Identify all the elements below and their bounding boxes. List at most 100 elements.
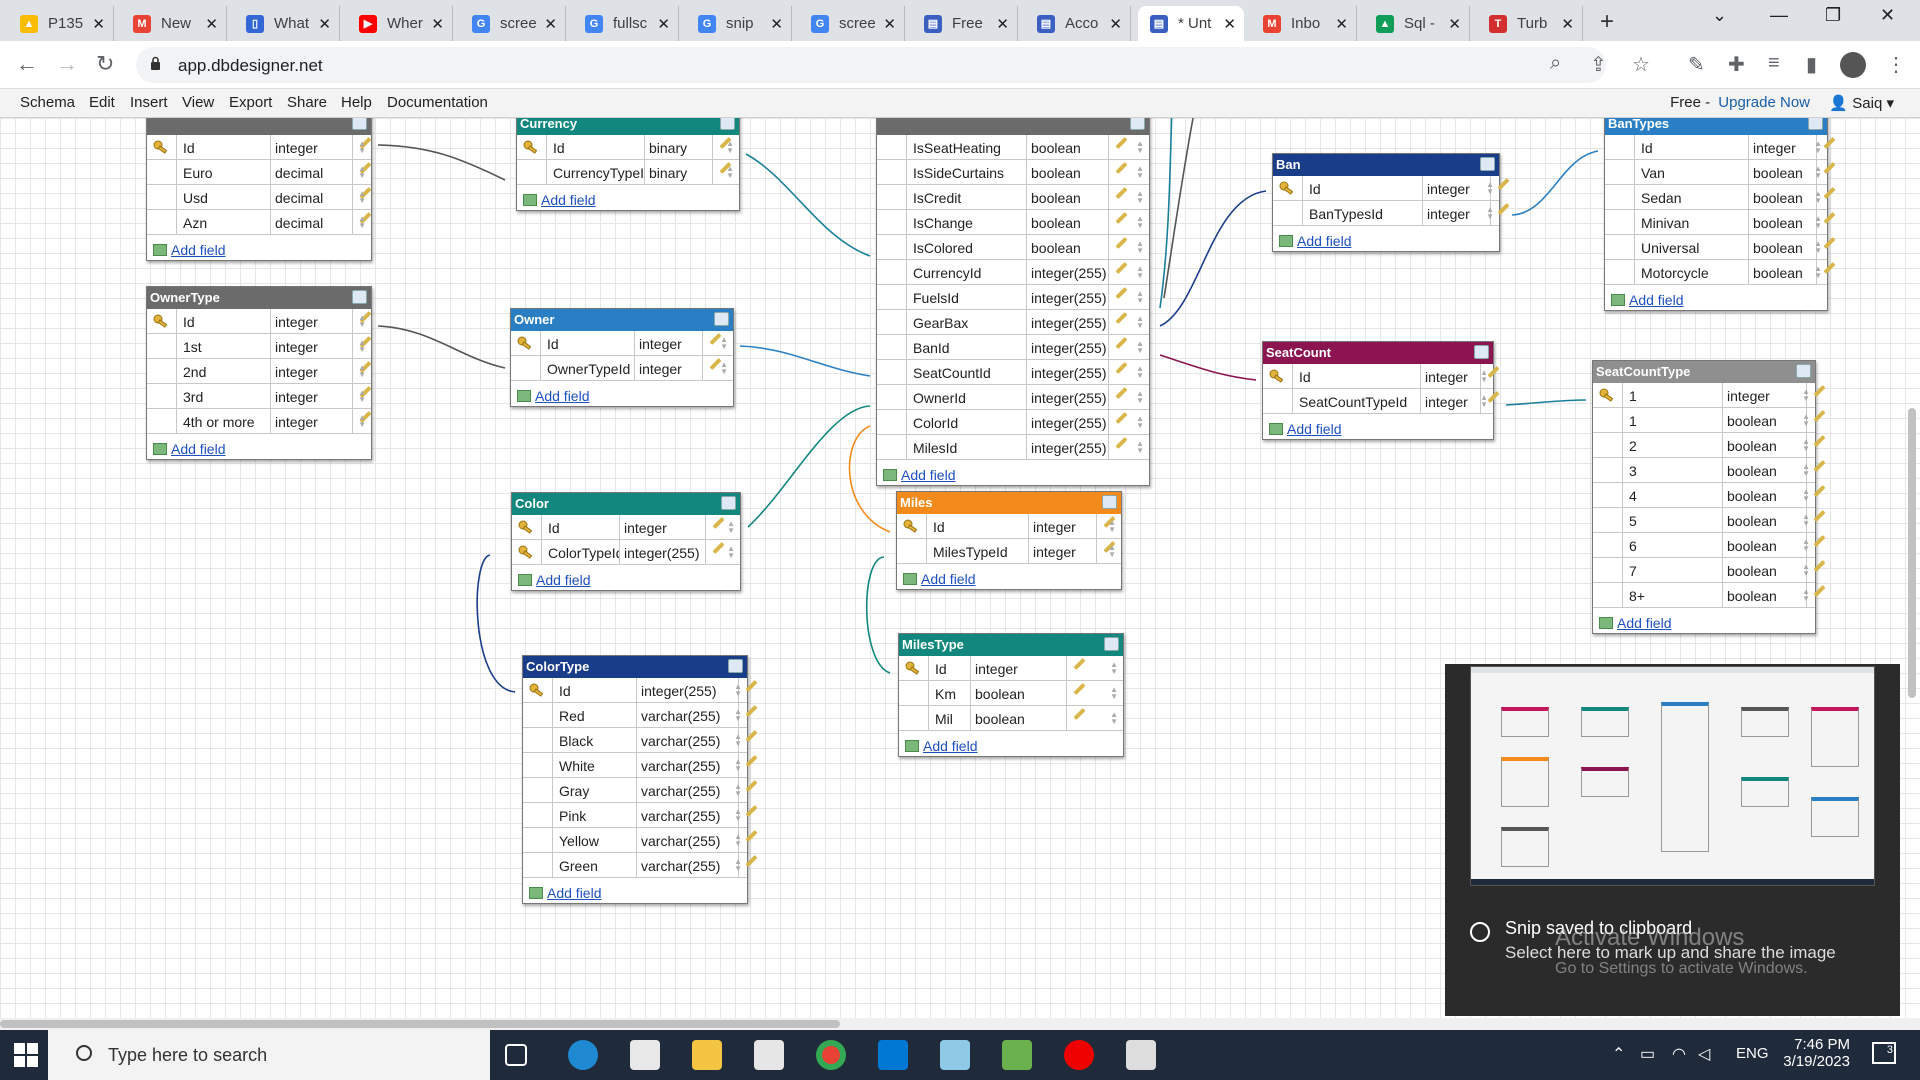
field-row[interactable]: 4 boolean ▲ ▼ [1593, 483, 1826, 508]
field-type[interactable]: integer [271, 334, 353, 358]
reorder-arrows-icon[interactable]: ▲ ▼ [734, 833, 742, 848]
field-type[interactable]: boolean [1749, 185, 1817, 209]
field-name[interactable]: ColorId [907, 410, 1027, 434]
field-row[interactable]: Motorcycle boolean ▲ ▼ [1605, 260, 1836, 285]
menu-help[interactable]: Help [341, 94, 372, 111]
field-type[interactable]: boolean [1027, 135, 1109, 159]
field-name[interactable]: Sedan [1635, 185, 1749, 209]
close-tab-icon[interactable]: ✕ [996, 15, 1009, 33]
field-name[interactable]: Green [553, 853, 637, 877]
field-name[interactable]: 1 [1623, 408, 1723, 432]
field-type[interactable]: boolean [1749, 235, 1817, 259]
horizontal-scrollbar-thumb[interactable] [0, 1020, 840, 1028]
reorder-arrows-icon[interactable]: ▲ ▼ [1136, 415, 1144, 430]
field-name[interactable]: Motorcycle [1635, 260, 1749, 284]
field-name[interactable]: FuelsId [907, 285, 1027, 309]
table-header[interactable]: Miles [897, 492, 1121, 514]
reorder-arrows-icon[interactable]: ▲ ▼ [1136, 440, 1144, 455]
edit-field-icon[interactable] [1115, 186, 1128, 200]
close-window-icon[interactable]: ✕ [1880, 5, 1895, 26]
reorder-arrows-icon[interactable]: ▲ ▼ [726, 140, 734, 155]
reorder-arrows-icon[interactable]: ▲ ▼ [358, 140, 366, 155]
omnibox[interactable]: app.dbdesigner.net [136, 47, 1606, 83]
reorder-arrows-icon[interactable]: ▲ ▼ [1136, 165, 1144, 180]
field-type[interactable]: integer [271, 309, 353, 333]
edit-table-icon[interactable] [1130, 118, 1145, 130]
field-type[interactable]: boolean [971, 706, 1067, 730]
close-tab-icon[interactable]: ✕ [1223, 15, 1236, 33]
field-type[interactable]: boolean [1723, 458, 1807, 482]
field-name[interactable]: CurrencyId [907, 260, 1027, 284]
edit-table-icon[interactable] [714, 312, 729, 326]
field-name[interactable]: Red [553, 703, 637, 727]
add-field-link[interactable]: Add field [1273, 226, 1499, 251]
field-name[interactable]: OwnerId [907, 385, 1027, 409]
field-name[interactable]: Id [547, 135, 645, 159]
edit-field-icon[interactable] [1115, 211, 1128, 225]
minimize-icon[interactable]: — [1770, 5, 1788, 26]
field-name[interactable]: Black [553, 728, 637, 752]
menu-insert[interactable]: Insert [130, 94, 168, 111]
field-row[interactable]: 2nd integer ▲ ▼ [147, 359, 372, 384]
browser-tab[interactable]: ▤ Free ✕ [912, 6, 1018, 41]
field-type[interactable]: boolean [1723, 408, 1807, 432]
field-row[interactable]: Id integer ▲ ▼ [897, 514, 1121, 539]
field-name[interactable]: 8+ [1623, 583, 1723, 607]
field-name[interactable]: SeatCountId [907, 360, 1027, 384]
field-row[interactable]: Yellow varchar(255) ▲ ▼ [523, 828, 758, 853]
reorder-arrows-icon[interactable]: ▲ ▼ [1136, 290, 1144, 305]
reorder-arrows-icon[interactable]: ▲ ▼ [358, 215, 366, 230]
add-field-link[interactable]: Add field [512, 565, 740, 590]
field-type[interactable]: integer(255) [1027, 260, 1109, 284]
close-tab-icon[interactable]: ✕ [657, 15, 670, 33]
reorder-arrows-icon[interactable]: ▲ ▼ [1814, 165, 1822, 180]
field-name[interactable]: 1st [177, 334, 271, 358]
reorder-arrows-icon[interactable]: ▲ ▼ [1480, 369, 1488, 384]
browser-tab[interactable]: M Inbo ✕ [1251, 6, 1357, 41]
field-type[interactable]: varchar(255) [637, 728, 739, 752]
share-icon[interactable]: ⇪ [1590, 52, 1607, 77]
reorder-arrows-icon[interactable]: ▲ ▼ [1814, 215, 1822, 230]
field-name[interactable]: White [553, 753, 637, 777]
field-row[interactable]: MilesTypeId integer ▲ ▼ [897, 539, 1121, 564]
table-header[interactable]: Color [512, 493, 740, 515]
field-type[interactable]: integer [271, 359, 353, 383]
field-type[interactable]: boolean [1027, 235, 1109, 259]
field-row[interactable]: Black varchar(255) ▲ ▼ [523, 728, 758, 753]
menu-export[interactable]: Export [229, 94, 272, 111]
field-type[interactable]: integer [1723, 383, 1807, 407]
edit-field-icon[interactable] [1115, 161, 1128, 175]
field-name[interactable]: MilesTypeId [927, 539, 1029, 563]
field-type[interactable]: boolean [1749, 210, 1817, 234]
menu-documentation[interactable]: Documentation [387, 94, 488, 111]
snip-thumbnail[interactable] [1470, 666, 1875, 886]
field-row[interactable]: 5 boolean ▲ ▼ [1593, 508, 1826, 533]
table-miles[interactable]: Miles Id integer ▲ ▼ MilesTypeId integer ▲ ▼ Add … [896, 491, 1122, 590]
field-type[interactable]: integer(255) [1027, 410, 1109, 434]
field-row[interactable]: Id integer ▲ ▼ [511, 331, 733, 356]
reorder-arrows-icon[interactable]: ▲ ▼ [734, 758, 742, 773]
field-name[interactable]: BanTypesId [1303, 201, 1423, 225]
maximize-icon[interactable]: ❐ [1825, 5, 1841, 26]
field-row[interactable]: Red varchar(255) ▲ ▼ [523, 703, 758, 728]
reorder-arrows-icon[interactable]: ▲ ▼ [1108, 544, 1116, 559]
table-header[interactable] [147, 118, 371, 135]
table-unnamed-2[interactable]: IsSeatHeating boolean ▲ ▼ IsSideCurtains bool… [876, 118, 1150, 486]
reorder-arrows-icon[interactable]: ▲ ▼ [1136, 215, 1144, 230]
field-row[interactable]: 3 boolean ▲ ▼ [1593, 458, 1826, 483]
field-type[interactable]: boolean [1027, 185, 1109, 209]
back-icon[interactable]: ← [16, 51, 38, 77]
reorder-arrows-icon[interactable]: ▲ ▼ [1136, 390, 1144, 405]
field-type[interactable]: boolean [1723, 483, 1807, 507]
field-row[interactable]: Id integer ▲ ▼ [147, 309, 372, 334]
field-type[interactable]: binary [645, 135, 713, 159]
edit-field-icon[interactable] [1115, 286, 1128, 300]
field-type[interactable]: integer [1029, 514, 1097, 538]
language-indicator[interactable]: ENG [1736, 1045, 1769, 1062]
field-type[interactable]: integer [635, 356, 703, 380]
table-header[interactable]: OwnerType [147, 287, 371, 309]
tab-search-chevron-icon[interactable]: ⌄ [1712, 5, 1727, 26]
close-tab-icon[interactable]: ✕ [544, 15, 557, 33]
field-name[interactable]: Id [929, 656, 971, 680]
field-row[interactable]: 7 boolean ▲ ▼ [1593, 558, 1826, 583]
